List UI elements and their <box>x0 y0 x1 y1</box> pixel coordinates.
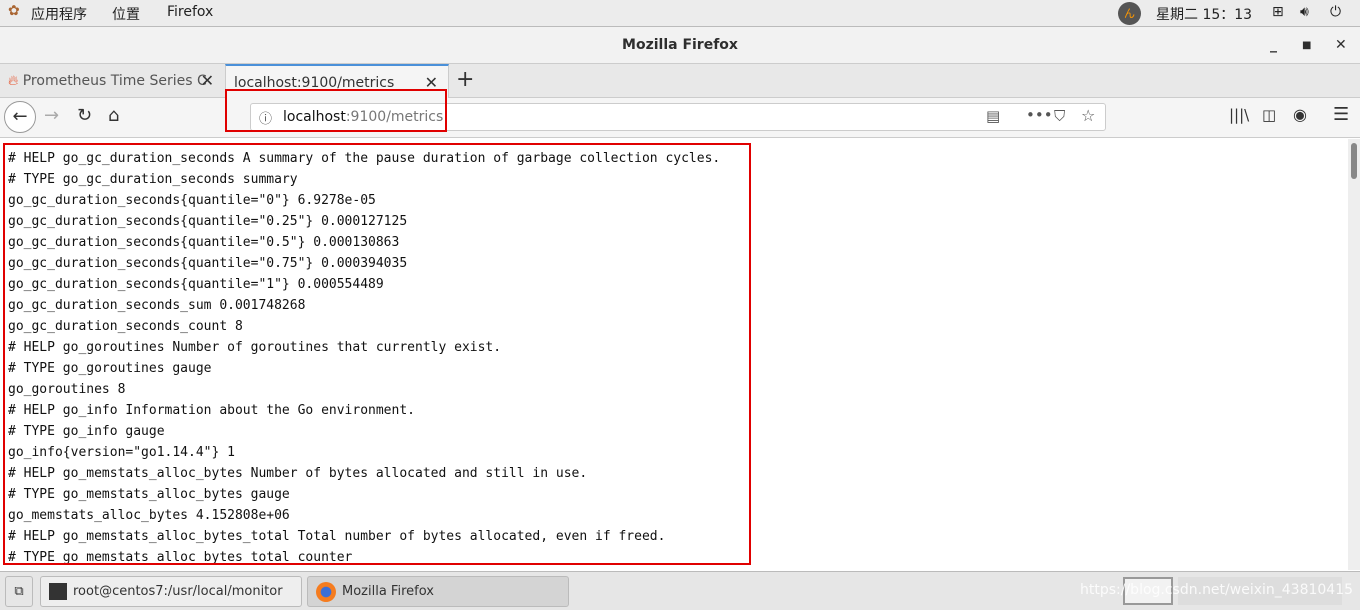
volume-icon[interactable]: 🔊︎ <box>1300 4 1309 20</box>
library-icon[interactable]: |||\ <box>1229 106 1249 124</box>
forward-button[interactable]: → <box>44 105 59 126</box>
reload-button[interactable]: ↻ <box>77 105 92 126</box>
tab-prometheus[interactable]: 🔥︎ Prometheus Time Series C ✕ <box>0 64 224 98</box>
firefox-icon <box>316 581 336 602</box>
taskbar: ⧉ root@centos7:/usr/local/monitor Mozill… <box>0 571 1360 610</box>
show-desktop-button[interactable]: ⧉ <box>5 576 33 607</box>
navigation-toolbar: ← → ↻ ⌂ ⓘ localhost:9100/metrics ▤ ••• ⛉… <box>0 98 1360 138</box>
input-method-icon[interactable]: ん <box>1118 2 1141 25</box>
reader-view-icon[interactable]: ▤ <box>986 107 1000 125</box>
window-titlebar: Mozilla Firefox _ ■ ✕ <box>0 27 1360 64</box>
close-window-button[interactable]: ✕ <box>1335 27 1347 64</box>
scrollbar-thumb[interactable] <box>1351 143 1357 179</box>
task-label: root@centos7:/usr/local/monitor <box>73 584 283 599</box>
task-firefox[interactable]: Mozilla Firefox <box>307 576 569 607</box>
content-highlight-box <box>3 143 751 565</box>
watermark: https://blog.csdn.net/weixin_43810415 <box>1080 582 1354 598</box>
tab-strip: 🔥︎ Prometheus Time Series C ✕ localhost:… <box>0 64 1360 99</box>
system-top-bar: ✿ 应用程序 位置 Firefox ん 星期二 15：13 ⊞ 🔊︎ ⏻ <box>0 0 1360 27</box>
minimize-button[interactable]: _ <box>1270 27 1277 64</box>
gnome-apps-icon: ✿ <box>8 3 20 19</box>
page-actions-icon[interactable]: ••• <box>1026 106 1053 124</box>
clock[interactable]: 星期二 15：13 <box>1156 4 1252 24</box>
places-menu[interactable]: 位置 <box>112 4 140 24</box>
terminal-icon <box>49 583 67 600</box>
prometheus-favicon: 🔥︎ <box>8 73 19 89</box>
account-icon[interactable]: ◉ <box>1293 105 1307 124</box>
task-terminal[interactable]: root@centos7:/usr/local/monitor <box>40 576 302 607</box>
network-icon[interactable]: ⊞ <box>1272 4 1284 20</box>
close-tab-icon[interactable]: ✕ <box>201 64 214 98</box>
applications-menu[interactable]: 应用程序 <box>31 4 87 24</box>
task-label: Mozilla Firefox <box>342 584 434 599</box>
menu-icon[interactable]: ☰ <box>1333 104 1349 125</box>
bookmark-star-icon[interactable]: ☆ <box>1081 106 1095 125</box>
back-button[interactable]: ← <box>4 101 36 133</box>
tab-label: Prometheus Time Series C <box>22 73 207 89</box>
sidebar-icon[interactable]: ◫ <box>1262 106 1276 124</box>
new-tab-button[interactable]: + <box>456 67 474 92</box>
window-title: Mozilla Firefox <box>622 37 738 53</box>
url-highlight-box <box>225 89 447 132</box>
home-button[interactable]: ⌂ <box>108 105 119 126</box>
power-icon[interactable]: ⏻ <box>1330 4 1341 20</box>
maximize-button[interactable]: ■ <box>1302 27 1311 64</box>
pocket-icon[interactable]: ⛉ <box>1054 107 1065 125</box>
firefox-app-menu[interactable]: Firefox <box>167 4 213 20</box>
vertical-scrollbar[interactable] <box>1348 139 1360 570</box>
